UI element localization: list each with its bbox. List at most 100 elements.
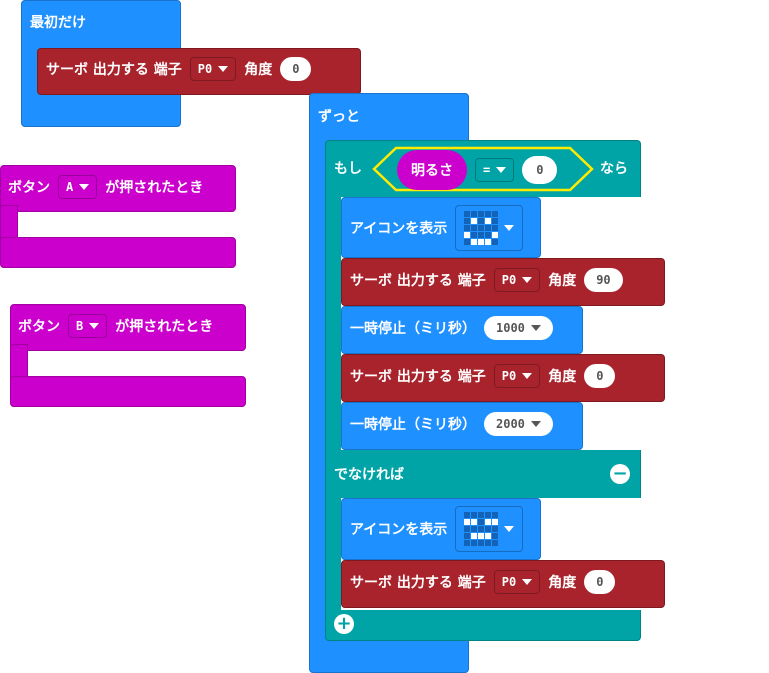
pause-label: 一時停止（ミリ秒） (350, 417, 476, 433)
button-value: B (76, 319, 84, 333)
chevron-down-icon (218, 66, 229, 72)
show-icon-label: アイコンを表示 (350, 221, 448, 237)
led-pixel (492, 526, 499, 532)
led-pixel (471, 519, 478, 525)
servo-label: サーボ 出力する 端子 (350, 369, 486, 385)
led-icon-asleep (464, 512, 499, 546)
add-else-if-icon[interactable]: + (334, 614, 354, 634)
button-value: A (66, 180, 74, 194)
else-label: でなければ (334, 467, 404, 483)
led-pixel (464, 225, 471, 231)
pause-label: 一時停止（ミリ秒） (350, 321, 476, 337)
chevron-down-icon (530, 325, 541, 331)
operator-value: = (483, 163, 491, 177)
led-pixel (478, 519, 485, 525)
angle-input[interactable]: 0 (280, 57, 312, 81)
led-pixel (478, 533, 485, 539)
button-a-suffix: が押されたとき (105, 180, 204, 196)
angle-label: 角度 (548, 369, 577, 385)
led-pixel (478, 218, 485, 224)
pin-dropdown[interactable]: P0 (493, 268, 541, 292)
led-pixel (485, 526, 492, 532)
pin-dropdown[interactable]: P0 (189, 57, 237, 81)
led-pixel (485, 519, 492, 525)
pin-value: P0 (197, 62, 213, 76)
led-pixel (464, 218, 471, 224)
chevron-down-icon (522, 277, 533, 283)
icon-picker[interactable] (455, 506, 524, 552)
led-pixel (485, 225, 492, 231)
led-pixel (464, 232, 471, 238)
led-pixel (478, 512, 485, 518)
angle-input[interactable]: 0 (584, 364, 616, 388)
led-pixel (492, 225, 499, 231)
chevron-down-icon (504, 225, 515, 231)
led-pixel (485, 540, 492, 546)
led-pixel (492, 512, 499, 518)
led-pixel (471, 218, 478, 224)
led-icon-happy (464, 211, 499, 245)
led-pixel (471, 533, 478, 539)
light-level-reporter[interactable]: 明るさ (397, 150, 467, 190)
angle-input[interactable]: 90 (584, 268, 623, 292)
operator-dropdown[interactable]: = (475, 158, 515, 182)
led-pixel (478, 211, 485, 217)
led-pixel (471, 225, 478, 231)
angle-label: 角度 (244, 62, 273, 78)
pin-dropdown[interactable]: P0 (493, 570, 541, 594)
chevron-down-icon (504, 526, 515, 532)
led-pixel (464, 512, 471, 518)
chevron-down-icon (89, 323, 100, 329)
chevron-down-icon (522, 373, 533, 379)
led-pixel (485, 533, 492, 539)
compare-value-input[interactable]: 0 (522, 156, 558, 184)
led-pixel (464, 533, 471, 539)
pause-dropdown[interactable]: 1000 (484, 316, 553, 340)
button-b-dropdown[interactable]: B (68, 314, 108, 338)
led-pixel (471, 512, 478, 518)
icon-picker[interactable] (455, 205, 524, 251)
led-pixel (478, 526, 485, 532)
servo-label: サーボ 出力する 端子 (46, 62, 182, 78)
pin-dropdown[interactable]: P0 (493, 364, 541, 388)
servo-label: サーボ 出力する 端子 (350, 575, 486, 591)
angle-label: 角度 (548, 273, 577, 289)
button-b-suffix: が押されたとき (115, 319, 214, 335)
pin-value: P0 (501, 273, 517, 287)
pause-value: 1000 (496, 321, 525, 335)
led-pixel (492, 218, 499, 224)
chevron-down-icon (79, 184, 90, 190)
led-pixel (492, 540, 499, 546)
chevron-down-icon (530, 421, 541, 427)
led-pixel (492, 519, 499, 525)
led-pixel (464, 526, 471, 532)
led-pixel (492, 211, 499, 217)
led-pixel (464, 519, 471, 525)
angle-label: 角度 (548, 575, 577, 591)
led-pixel (485, 512, 492, 518)
led-pixel (464, 239, 471, 245)
led-pixel (485, 211, 492, 217)
led-pixel (471, 540, 478, 546)
angle-input[interactable]: 0 (584, 570, 616, 594)
led-pixel (464, 540, 471, 546)
servo-label: サーボ 出力する 端子 (350, 273, 486, 289)
led-pixel (464, 211, 471, 217)
led-pixel (492, 232, 499, 238)
chevron-down-icon (522, 579, 533, 585)
led-pixel (471, 232, 478, 238)
remove-else-icon[interactable]: − (610, 464, 630, 484)
led-pixel (478, 225, 485, 231)
led-pixel (485, 239, 492, 245)
pause-dropdown[interactable]: 2000 (484, 412, 553, 436)
show-icon-label: アイコンを表示 (350, 522, 448, 538)
led-pixel (478, 232, 485, 238)
led-pixel (492, 239, 499, 245)
pause-value: 2000 (496, 417, 525, 431)
led-pixel (471, 526, 478, 532)
if-label: もし (334, 161, 362, 177)
button-b-prefix: ボタン (18, 319, 60, 335)
led-pixel (492, 533, 499, 539)
then-label: なら (600, 161, 628, 177)
button-a-dropdown[interactable]: A (58, 175, 98, 199)
